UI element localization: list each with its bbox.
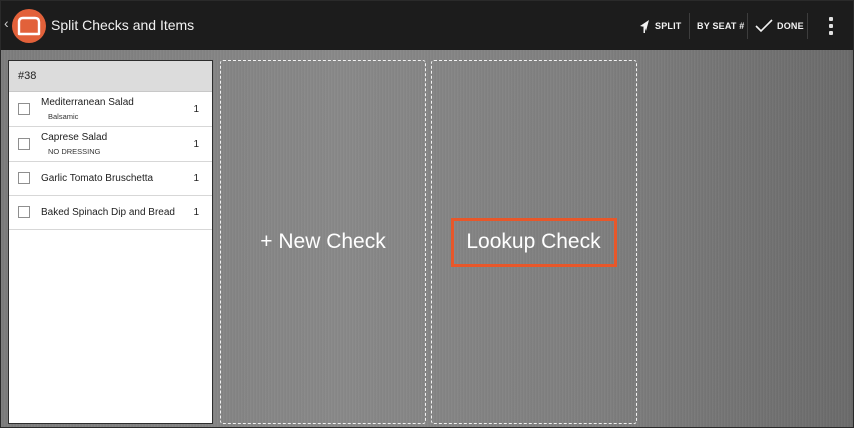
item-name: Mediterranean Salad [41, 97, 134, 108]
check-number: #38 [9, 61, 212, 92]
item-quantity: 1 [193, 104, 199, 115]
overflow-menu-button[interactable] [825, 1, 837, 50]
back-chevron-icon[interactable]: ‹ [4, 15, 9, 31]
item-modifier: NO DRESSING [48, 147, 101, 156]
item-quantity: 1 [193, 173, 199, 184]
check-panel: #38 Mediterranean Salad Balsamic 1 Capre… [8, 60, 213, 424]
check-item[interactable]: Mediterranean Salad Balsamic 1 [9, 92, 212, 127]
item-quantity: 1 [193, 207, 199, 218]
check-item[interactable]: Caprese Salad NO DRESSING 1 [9, 127, 212, 162]
item-checkbox[interactable] [18, 138, 30, 150]
more-vert-icon [829, 16, 833, 35]
top-app-bar: ‹ Split Checks and Items SPLIT BY SEAT #… [1, 1, 853, 50]
item-quantity: 1 [193, 139, 199, 150]
item-name: Baked Spinach Dip and Bread [41, 207, 175, 218]
lookup-check-column[interactable]: Lookup Check [431, 60, 637, 424]
item-modifier: Balsamic [48, 112, 79, 121]
split-label: SPLIT [655, 20, 682, 31]
page-title: Split Checks and Items [51, 17, 195, 33]
checkmark-icon [755, 18, 773, 32]
item-checkbox[interactable] [18, 103, 30, 115]
check-item[interactable]: Baked Spinach Dip and Bread 1 [9, 196, 212, 230]
new-check-label: + New Check [260, 230, 386, 253]
item-checkbox[interactable] [18, 206, 30, 218]
by-seat-button[interactable]: BY SEAT # [697, 1, 744, 50]
done-label: DONE [777, 20, 804, 31]
split-icon [640, 19, 649, 33]
split-checks-screen: ‹ Split Checks and Items SPLIT BY SEAT #… [0, 0, 854, 428]
divider [747, 13, 748, 39]
new-check-column[interactable]: + New Check [220, 60, 426, 424]
item-name: Garlic Tomato Bruschetta [41, 173, 154, 184]
item-checkbox[interactable] [18, 172, 30, 184]
lookup-check-button[interactable]: Lookup Check [451, 217, 617, 267]
divider [807, 13, 808, 39]
split-button[interactable]: SPLIT [638, 1, 682, 50]
app-logo-icon[interactable] [12, 9, 46, 43]
done-button[interactable]: DONE [755, 1, 804, 50]
check-item[interactable]: Garlic Tomato Bruschetta 1 [9, 162, 212, 196]
item-name: Caprese Salad [41, 132, 108, 143]
divider [689, 13, 690, 39]
by-seat-label: BY SEAT # [697, 20, 745, 31]
